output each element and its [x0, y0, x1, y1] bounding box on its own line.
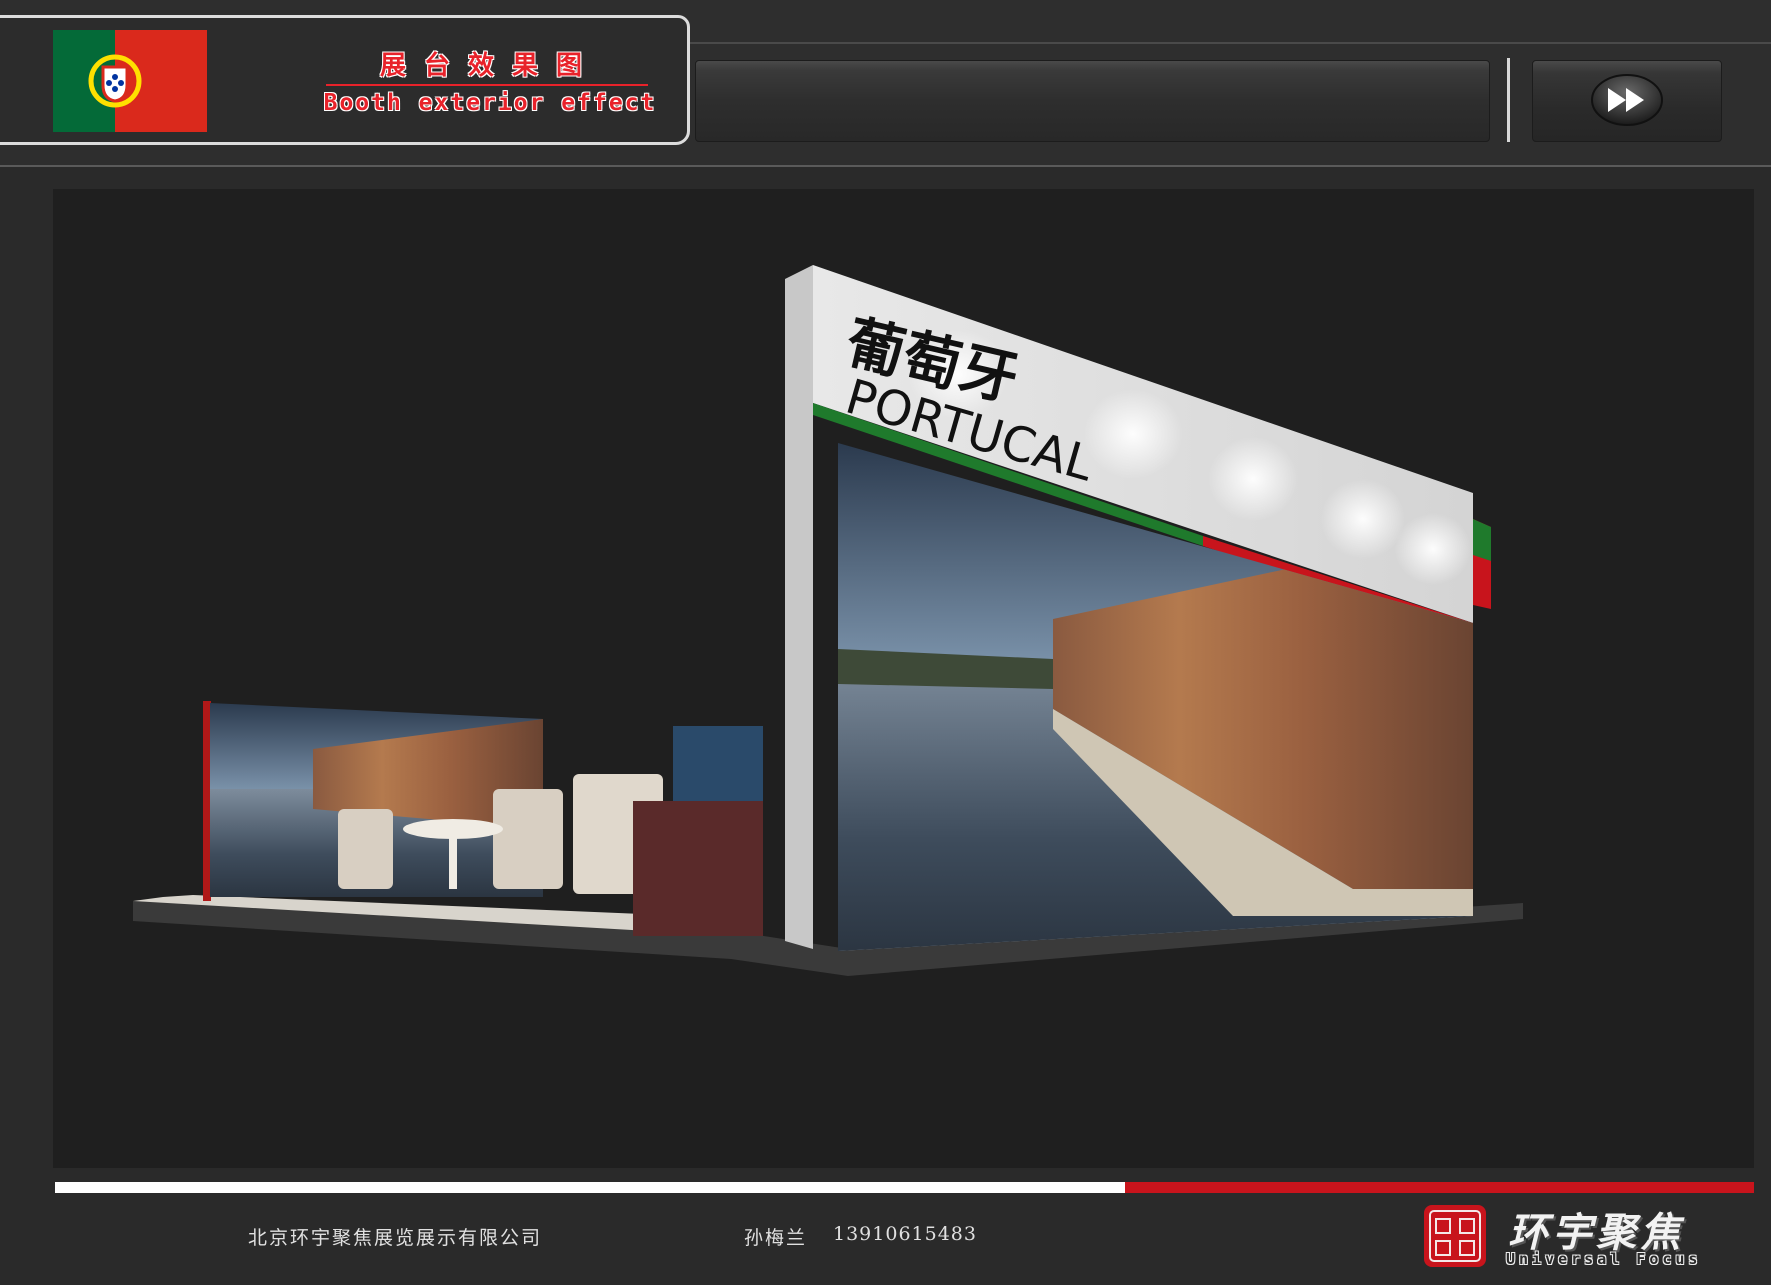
main-wall-side [785, 265, 813, 949]
booth-render-viewport: 葡萄牙 PORTUCAL [53, 189, 1754, 1168]
footer-stripe-red [1125, 1182, 1754, 1193]
title-underline [326, 84, 648, 86]
nav-divider [1507, 58, 1510, 142]
navigation-bar [695, 60, 1490, 142]
fast-forward-icon [1591, 74, 1663, 126]
brand-logo-en: Universal Focus [1506, 1250, 1702, 1268]
company-name: 北京环宇聚焦展览展示有限公司 [248, 1227, 543, 1249]
portugal-flag-icon [53, 30, 207, 132]
contact-name: 孙梅兰 [744, 1227, 808, 1249]
page-title-en: Booth exterior effect [323, 90, 657, 116]
small-wall-edge [203, 701, 211, 901]
footer-stripe-white [55, 1182, 1125, 1193]
next-page-button[interactable] [1532, 60, 1722, 142]
page-title-cn: 展台效果图 [379, 51, 600, 81]
booth-rendering: 葡萄牙 PORTUCAL [133, 265, 1523, 976]
contact-phone: 13910615483 [833, 1223, 977, 1245]
red-seal-stamp-icon [1424, 1205, 1486, 1267]
header-divider-line [690, 42, 1771, 44]
